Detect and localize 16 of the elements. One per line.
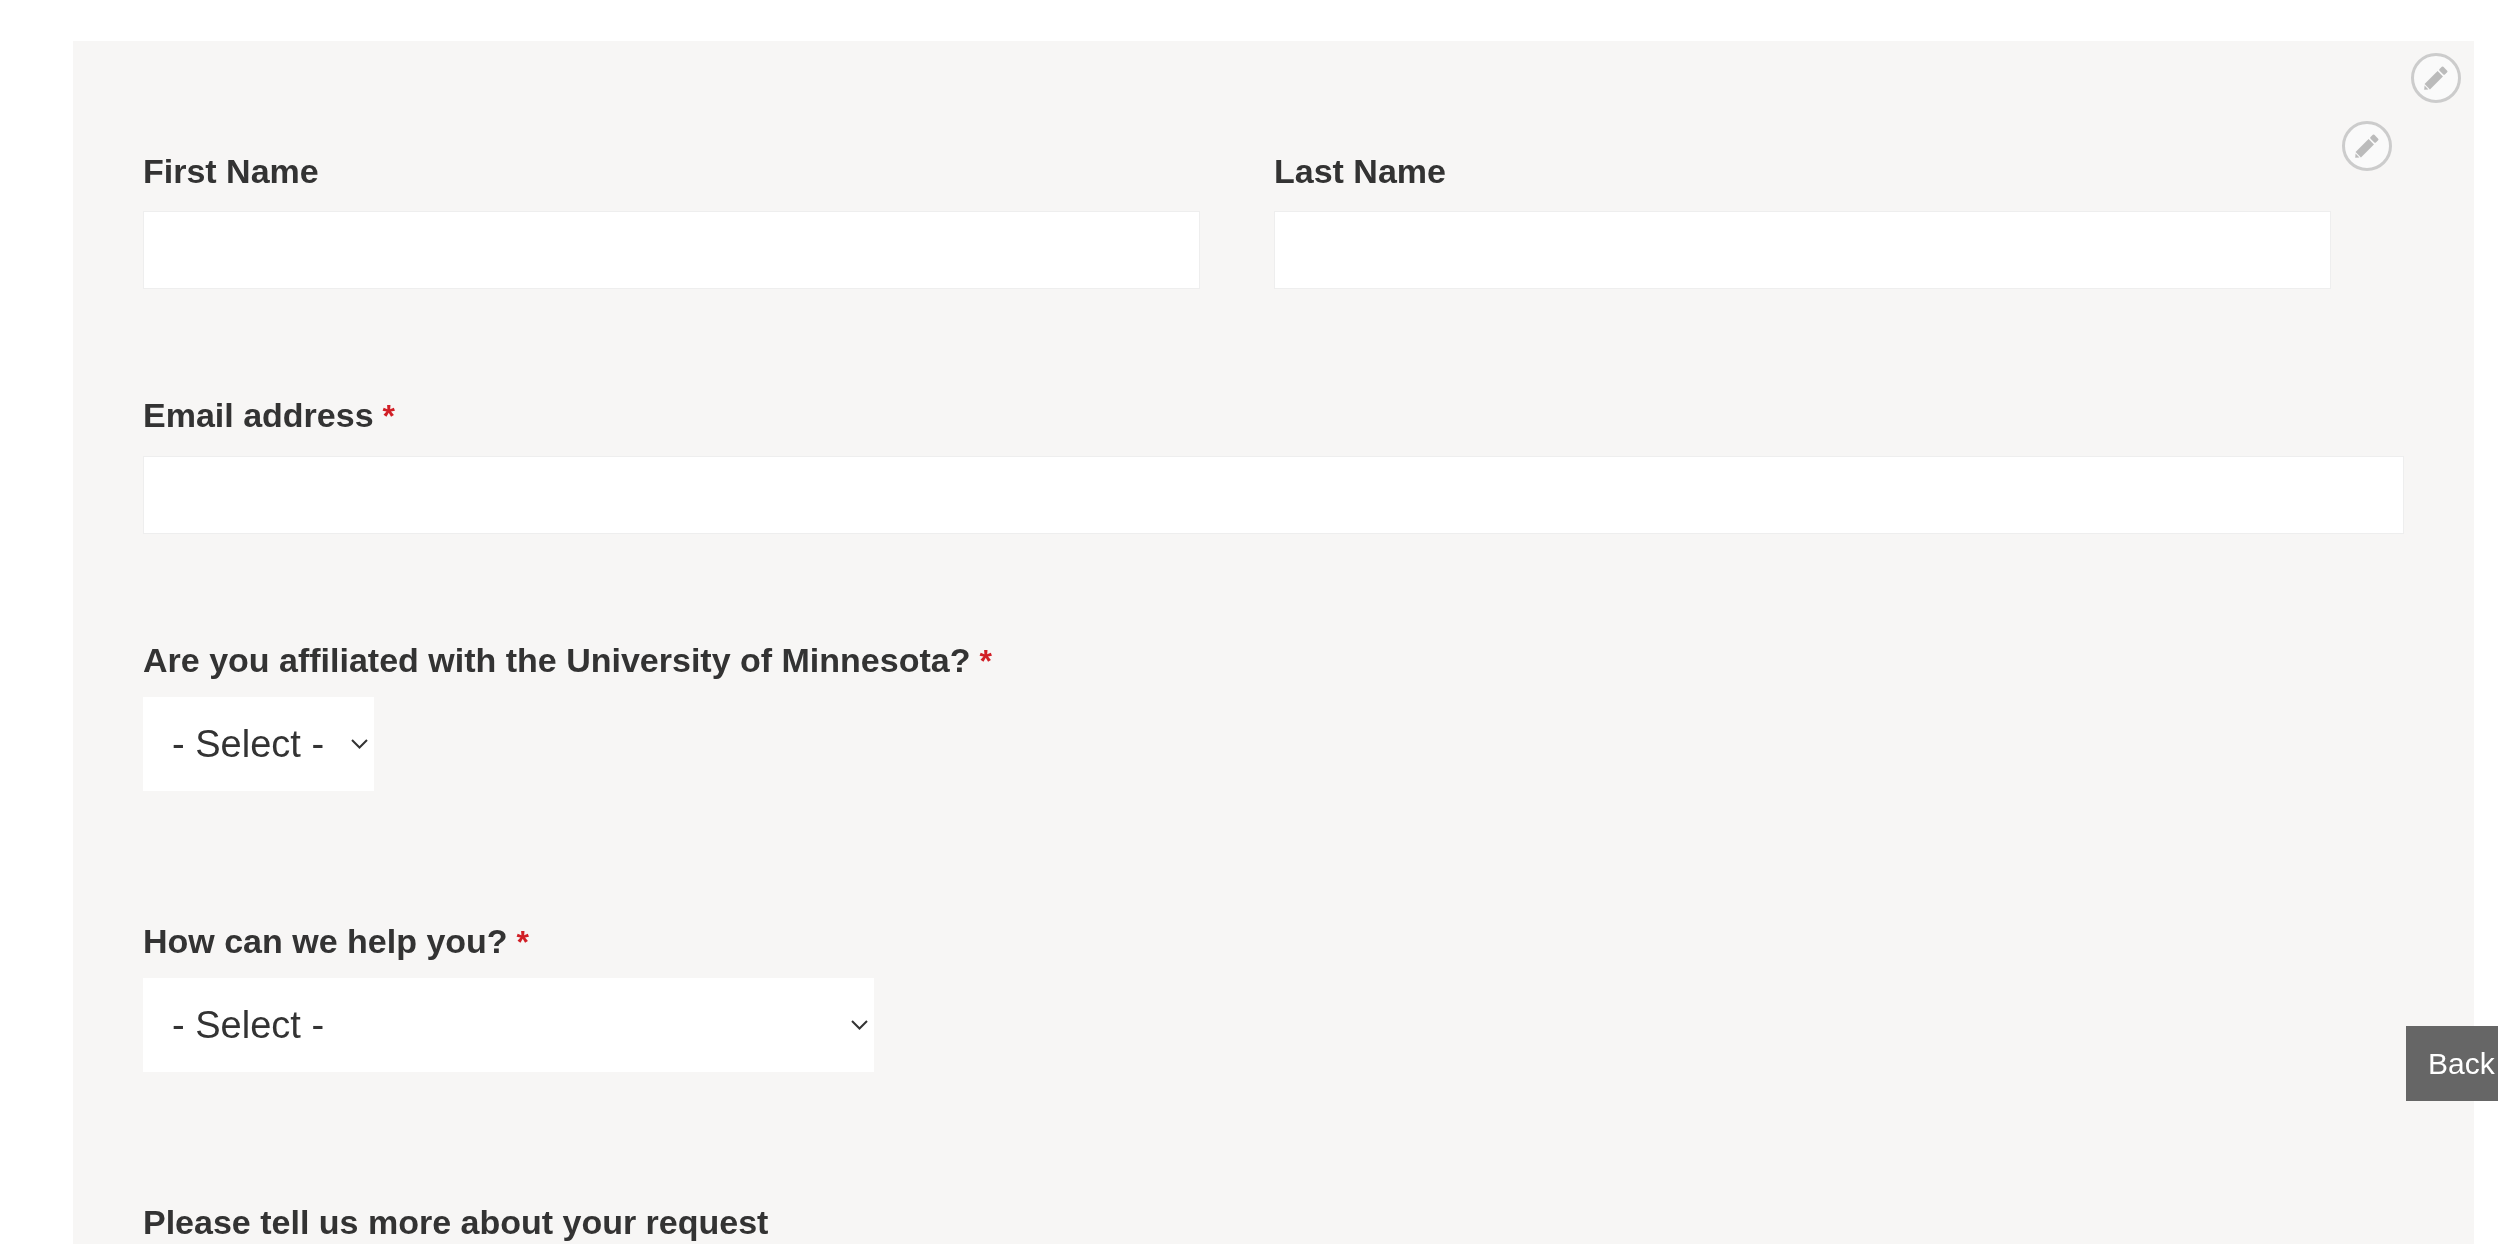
select-dropdown[interactable]: - Select -	[143, 697, 374, 791]
required-asterisk: *	[516, 923, 530, 962]
select-dropdown[interactable]: - Select -	[143, 978, 874, 1072]
field-label: Last Name	[1274, 151, 1446, 191]
pencil-icon	[2354, 133, 2380, 159]
field-label: Please tell us more about your request	[143, 1202, 769, 1242]
field-label: First Name	[143, 151, 319, 191]
pencil-icon	[2423, 65, 2449, 91]
field-label: Email address	[143, 395, 374, 435]
field-label: How can we help you?	[143, 921, 508, 961]
field-label: Are you affiliated with the University of Minnesota?	[143, 640, 971, 680]
required-asterisk: *	[979, 642, 992, 681]
chevron-down-icon	[851, 1020, 868, 1030]
back-button[interactable]: Back	[2406, 1026, 2498, 1101]
required-asterisk: *	[382, 397, 395, 436]
chevron-down-icon	[351, 739, 368, 749]
